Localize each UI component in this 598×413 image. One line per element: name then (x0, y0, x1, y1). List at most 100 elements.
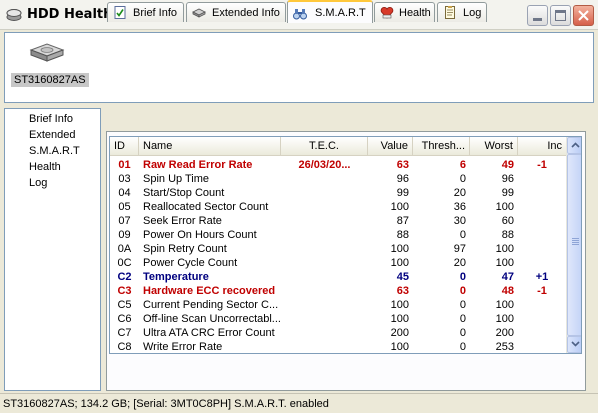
cell-id: C3 (117, 285, 132, 297)
cell-value: 45 (396, 271, 409, 283)
cell-name: Raw Read Error Rate (143, 159, 253, 171)
minimize-button[interactable] (527, 5, 548, 26)
cell-id: 01 (118, 159, 131, 171)
table-row[interactable]: 05 Reallocated Sector Count 100 36 100 (110, 200, 566, 214)
nav-item-log[interactable]: Log (29, 177, 47, 189)
cell-inc (518, 256, 566, 270)
tab-extended-info[interactable]: Extended Info (186, 2, 286, 22)
cell-name: Power Cycle Count (143, 257, 238, 269)
table-row[interactable]: 07 Seek Error Rate 87 30 60 (110, 214, 566, 228)
table-row[interactable]: C6 Off-line Scan Uncorrectabl... 100 0 100 (110, 312, 566, 326)
device-list: ST3160827AS (4, 32, 594, 103)
cell-worst: 100 (495, 243, 514, 255)
cell-inc (518, 214, 566, 228)
thumb-grip (572, 240, 579, 241)
hdd-app-icon (6, 9, 22, 21)
cell-tec (281, 172, 368, 186)
cell-value: 100 (390, 201, 409, 213)
cell-value: 100 (390, 341, 409, 353)
scroll-down-button[interactable] (567, 336, 581, 353)
cell-threshold: 6 (459, 159, 466, 171)
table-row[interactable]: C2 Temperature 45 0 47 +1 (110, 270, 566, 284)
cell-threshold: 20 (453, 257, 466, 269)
tab-smart[interactable]: S.M.A.R.T (287, 0, 373, 23)
column-header-tec[interactable]: T.E.C. (281, 137, 368, 156)
cell-threshold: 0 (459, 341, 466, 353)
tab-log[interactable]: Log (437, 2, 487, 22)
tab-label: Brief Info (133, 7, 178, 19)
cell-inc (518, 242, 566, 256)
tab-health[interactable]: Health (374, 2, 435, 22)
cell-threshold: 36 (453, 201, 466, 213)
column-header-threshold[interactable]: Thresh... (413, 137, 470, 156)
thumb-grip (572, 238, 579, 239)
cell-worst: 99 (501, 187, 514, 199)
section-nav: Brief Info Extended S.M.A.R.T Health Log (4, 108, 101, 391)
nav-item-brief-info[interactable]: Brief Info (29, 113, 73, 125)
cell-threshold: 0 (459, 271, 466, 283)
device-item-label[interactable]: ST3160827AS (11, 73, 89, 87)
cell-name: Temperature (143, 271, 209, 283)
cell-value: 100 (390, 299, 409, 311)
table-row[interactable]: C5 Current Pending Sector C... 100 0 100 (110, 298, 566, 312)
cell-inc (518, 200, 566, 214)
tab-brief-info[interactable]: Brief Info (107, 2, 184, 22)
cell-tec (281, 200, 368, 214)
hard-drive-icon[interactable] (29, 42, 65, 64)
cell-value: 63 (396, 285, 409, 297)
close-icon (578, 10, 589, 21)
cell-tec (281, 228, 368, 242)
chevron-down-icon (571, 341, 580, 347)
heart-monitor-icon (380, 7, 394, 19)
cell-name: Power On Hours Count (143, 229, 257, 241)
drive-icon (192, 8, 206, 18)
cell-value: 200 (390, 327, 409, 339)
chevron-up-icon (571, 142, 580, 148)
close-button[interactable] (573, 5, 594, 26)
nav-item-extended[interactable]: Extended (29, 129, 75, 141)
column-header-name[interactable]: Name (139, 137, 281, 156)
cell-worst: 100 (495, 257, 514, 269)
table-row[interactable]: 01 Raw Read Error Rate 26/03/20... 63 6 49 -1 (110, 158, 566, 172)
scroll-thumb[interactable] (567, 154, 581, 336)
tab-label: Log (463, 7, 482, 19)
column-header-worst[interactable]: Worst (470, 137, 518, 156)
maximize-button[interactable] (550, 5, 571, 26)
cell-id: 0C (117, 257, 132, 269)
column-header-value[interactable]: Value (368, 137, 413, 156)
cell-worst: 88 (501, 229, 514, 241)
nav-item-health[interactable]: Health (29, 161, 61, 173)
table-row[interactable]: 03 Spin Up Time 96 0 96 (110, 172, 566, 186)
window-title: HDD Health (27, 7, 113, 22)
nav-item-smart[interactable]: S.M.A.R.T (29, 145, 80, 157)
table-row[interactable]: C3 Hardware ECC recovered 63 0 48 -1 (110, 284, 566, 298)
cell-value: 100 (390, 313, 409, 325)
tab-label: Extended Info (212, 7, 280, 19)
table-row[interactable]: 09 Power On Hours Count 88 0 88 (110, 228, 566, 242)
column-header-id[interactable]: ID (110, 137, 139, 156)
scroll-up-button[interactable] (567, 137, 581, 154)
cell-threshold: 0 (459, 313, 466, 325)
cell-threshold: 97 (453, 243, 466, 255)
cell-name: Write Error Rate (143, 341, 223, 353)
cell-worst: 100 (495, 313, 514, 325)
status-text: ST3160827AS; 134.2 GB; [Serial: 3MT0C8PH… (3, 398, 329, 410)
cell-id: 09 (118, 229, 131, 241)
table-row[interactable]: C7 Ultra ATA CRC Error Count 200 0 200 (110, 326, 566, 340)
cell-tec (281, 312, 368, 326)
binoculars-icon (293, 9, 307, 20)
tab-label: Health (399, 7, 431, 19)
cell-worst: 49 (501, 159, 514, 171)
thumb-grip (572, 242, 579, 243)
table-row[interactable]: 0A Spin Retry Count 100 97 100 (110, 242, 566, 256)
cell-inc: -1 (537, 285, 547, 297)
vertical-scrollbar[interactable] (566, 137, 581, 353)
cell-id: 05 (118, 201, 131, 213)
table-row[interactable]: 04 Start/Stop Count 99 20 99 (110, 186, 566, 200)
column-header-inc[interactable]: Inc (518, 137, 566, 156)
cell-worst: 200 (495, 327, 514, 339)
table-row[interactable]: 0C Power Cycle Count 100 20 100 (110, 256, 566, 270)
smart-attributes-table: ID Name T.E.C. Value Thresh... Worst Inc… (109, 136, 582, 354)
cell-tec: 26/03/20... (298, 159, 351, 171)
table-row[interactable]: C8 Write Error Rate 100 0 253 (110, 340, 566, 353)
